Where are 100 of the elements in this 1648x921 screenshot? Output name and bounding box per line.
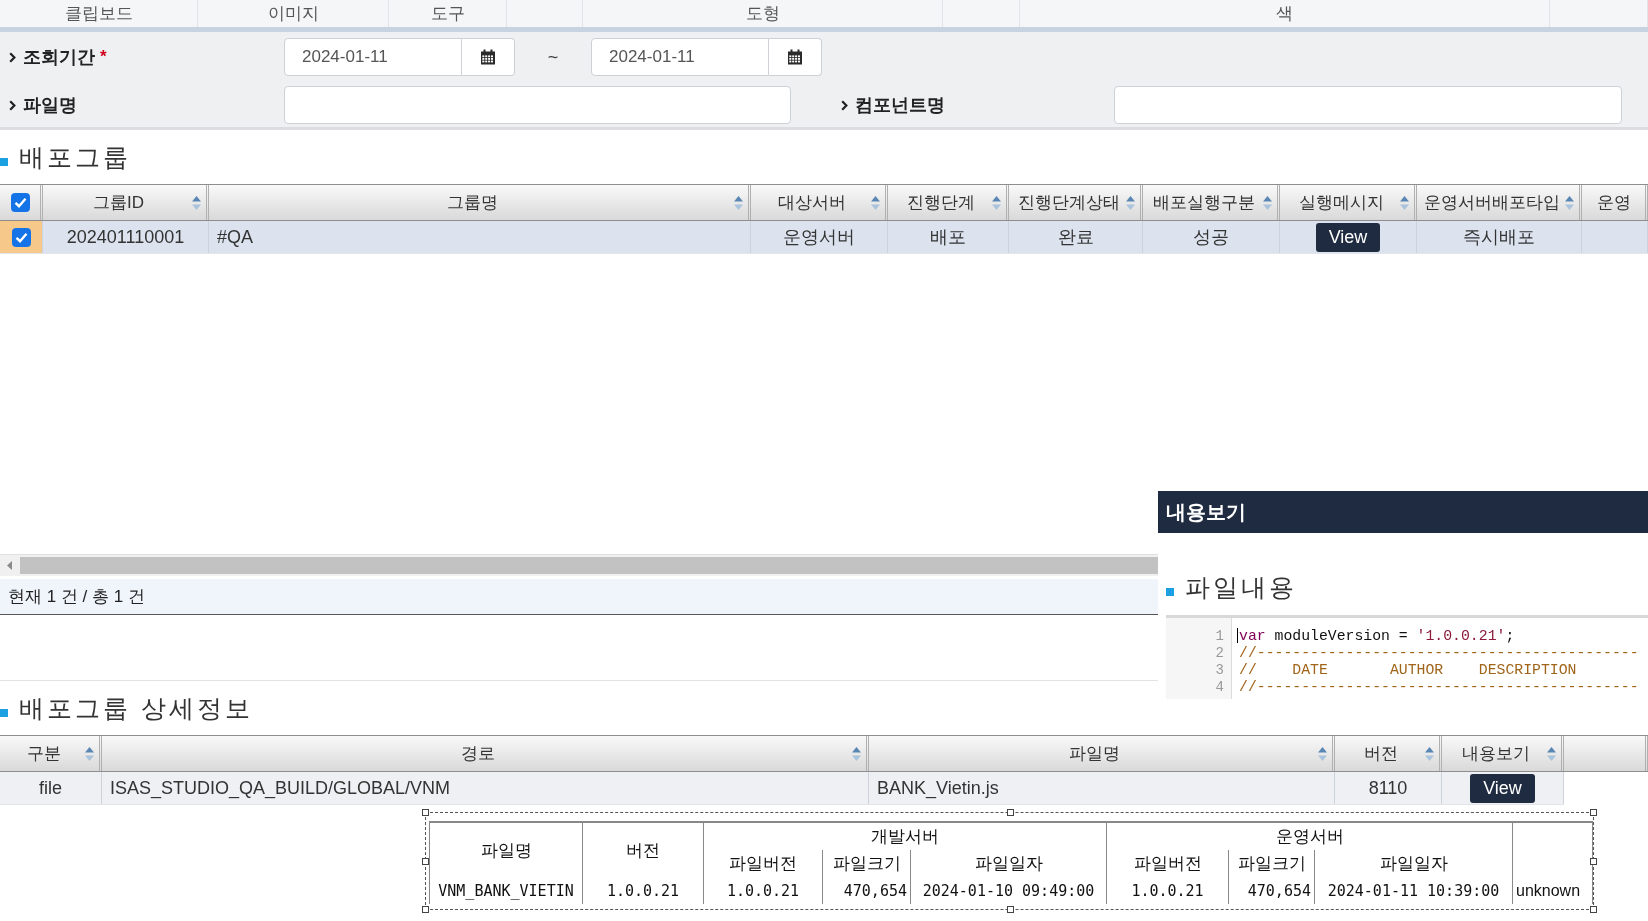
checkbox[interactable] xyxy=(11,227,31,247)
horizontal-scrollbar[interactable] xyxy=(0,554,1158,576)
bullet-icon xyxy=(1166,588,1174,596)
table-cell: BANK_Vietin.js xyxy=(869,772,1335,804)
scrollbar-thumb[interactable] xyxy=(20,557,1158,574)
resize-handle[interactable] xyxy=(422,809,429,816)
column-header[interactable]: 진행단계상태 xyxy=(1009,185,1143,220)
column-header: 파일버전 xyxy=(1106,850,1229,877)
table-cell: 배포 xyxy=(888,221,1009,253)
calendar-icon xyxy=(480,49,496,65)
view-button[interactable]: View xyxy=(1470,773,1535,803)
table-cell: ISAS_STUDIO_QA_BUILD/GLOBAL/VNM xyxy=(102,772,869,804)
table-cell: #QA xyxy=(209,221,751,253)
table-cell: 운영서버 xyxy=(751,221,888,253)
section-title: 파일내용 xyxy=(1185,571,1297,603)
field-label: 조회기간 xyxy=(23,46,95,69)
column-header[interactable]: 파일명 xyxy=(869,736,1335,771)
resize-handle[interactable] xyxy=(1590,906,1597,913)
code-line: //------------------------------------------- xyxy=(1239,645,1639,662)
dialog-title: 내용보기 xyxy=(1166,499,1246,525)
column-header[interactable]: 진행단계 xyxy=(888,185,1009,220)
input-field[interactable] xyxy=(284,86,791,124)
bullet-icon xyxy=(0,709,8,717)
resize-handle[interactable] xyxy=(1006,809,1014,816)
text-cursor xyxy=(1237,628,1238,643)
calendar-button[interactable] xyxy=(769,38,822,76)
column-header: 파일일자 xyxy=(1314,850,1513,877)
field-label: 컴포넌트명 xyxy=(855,94,945,117)
table-cell: 2024-01-10 09:49:00 xyxy=(910,877,1107,904)
table-cell: 완료 xyxy=(1009,221,1143,253)
code-line: var moduleVersion = '1.0.0.21'; xyxy=(1239,628,1515,645)
column-header: 파일크기 xyxy=(1228,850,1315,877)
table-cell: 1.0.0.21 xyxy=(582,877,704,904)
column-header[interactable]: 대상서버 xyxy=(751,185,888,220)
column-header[interactable]: 배포실행구분 xyxy=(1143,185,1280,220)
column-header: 파일버전 xyxy=(703,850,823,877)
ribbon-group-label[interactable]: 이미지 xyxy=(267,2,319,25)
column-header[interactable]: 구분 xyxy=(0,736,102,771)
section-title: 배포그룹 상세정보 xyxy=(19,692,253,724)
field-label: 파일명 xyxy=(23,94,77,117)
column-header[interactable]: 그룹ID xyxy=(43,185,209,220)
resize-handle[interactable] xyxy=(1006,906,1014,913)
code-line: // DATE AUTHOR DESCRIPTION xyxy=(1239,662,1577,679)
table-cell: 470,654 xyxy=(822,877,911,904)
resize-handle[interactable] xyxy=(1590,809,1597,816)
resize-handle[interactable] xyxy=(422,858,429,865)
table-cell: 470,654 xyxy=(1228,877,1315,904)
column-header[interactable]: 그룹명 xyxy=(209,185,751,220)
column-header[interactable]: 운영서버배포타입 xyxy=(1417,185,1582,220)
date-field[interactable]: 2024-01-11 xyxy=(591,38,769,76)
table-row[interactable]: 202401110001 #QA 운영서버 배포 완료 성공 View 즉시배포 xyxy=(0,221,1648,254)
resize-handle[interactable] xyxy=(422,906,429,913)
scroll-left-icon[interactable] xyxy=(7,561,12,570)
table-row[interactable]: file ISAS_STUDIO_QA_BUILD/GLOBAL/VNM BANK_Vietin.js 8110 View xyxy=(0,772,1564,805)
ribbon-group-label[interactable]: 도형 xyxy=(745,2,780,25)
date-field[interactable]: 2024-01-11 xyxy=(284,38,462,76)
code-editor[interactable]: 1 2 3 4 var moduleVersion = '1.0.0.21'; //------------------------------------------- // DATE AUTHOR DESCRIPTION //------------------------------------------- xyxy=(1166,615,1648,699)
table-cell: 2024-01-11 10:39:00 xyxy=(1314,877,1513,904)
column-group-header: 운영서버 xyxy=(1106,822,1513,850)
chevron-icon xyxy=(9,51,16,63)
resize-handle[interactable] xyxy=(1590,858,1597,865)
bullet-icon xyxy=(0,158,8,166)
calendar-icon xyxy=(787,49,803,65)
line-number: 3 xyxy=(1214,662,1225,679)
column-header: 파일크기 xyxy=(822,850,911,877)
code-line: //------------------------------------------- xyxy=(1239,679,1639,696)
table-cell: file xyxy=(0,772,102,804)
line-number: 2 xyxy=(1214,645,1225,662)
ribbon-group-label[interactable]: 색 xyxy=(1276,2,1293,25)
table-cell: 1.0.0.21 xyxy=(703,877,823,904)
ribbon-group-label[interactable]: 클립보드 xyxy=(64,2,133,25)
column-header: 파일일자 xyxy=(910,850,1107,877)
required-mark: * xyxy=(100,47,107,67)
column-header: 파일명 xyxy=(429,822,583,877)
ribbon-group-label[interactable]: 도구 xyxy=(430,2,465,25)
table-cell: 1.0.0.21 xyxy=(1106,877,1229,904)
table-cell: 202401110001 xyxy=(43,221,209,253)
view-button[interactable]: View xyxy=(1315,222,1381,252)
column-header[interactable]: 내용보기 xyxy=(1442,736,1564,771)
line-number: 4 xyxy=(1214,679,1225,696)
section-title: 배포그룹 xyxy=(19,141,131,173)
column-header[interactable]: 실행메시지 xyxy=(1280,185,1417,220)
chevron-icon xyxy=(9,99,16,111)
column-header[interactable]: 경로 xyxy=(102,736,869,771)
table-cell: VNM_BANK_VIETIN xyxy=(429,877,583,904)
input-field[interactable] xyxy=(1114,86,1622,124)
table-cell: 성공 xyxy=(1143,221,1280,253)
column-group-header: 개발서버 xyxy=(703,822,1107,850)
column-header: 버전 xyxy=(582,822,704,877)
record-count: 현재 1 건 / 총 1 건 xyxy=(0,579,1158,615)
range-separator: ~ xyxy=(546,46,560,68)
column-header[interactable]: 운영 xyxy=(1582,185,1648,220)
table-cell: unknown xyxy=(1512,877,1593,904)
chevron-icon xyxy=(841,99,848,111)
calendar-button[interactable] xyxy=(462,38,515,76)
table-cell: 즉시배포 xyxy=(1417,221,1582,253)
checkbox[interactable] xyxy=(10,193,30,212)
column-header[interactable]: 버전 xyxy=(1335,736,1442,771)
table-cell: 8110 xyxy=(1335,772,1442,804)
line-number: 1 xyxy=(1214,628,1225,645)
